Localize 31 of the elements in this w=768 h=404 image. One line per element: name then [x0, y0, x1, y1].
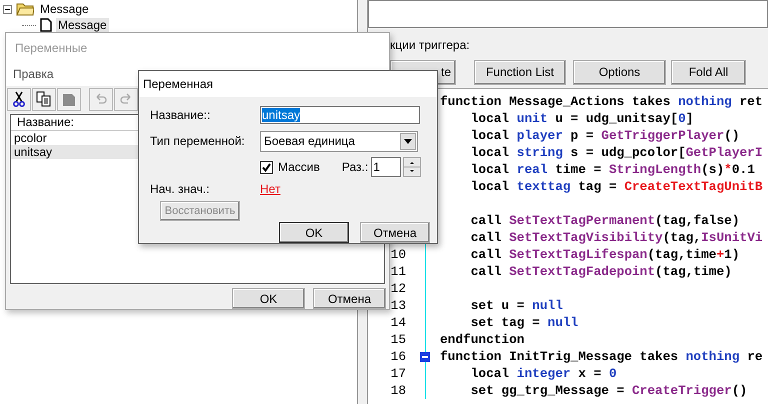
field-label: Раз.:	[342, 160, 368, 174]
field-label: Нач. знач.:	[150, 182, 210, 196]
line-number: 11	[390, 264, 406, 279]
window-title: Переменная	[143, 77, 213, 91]
code-line: call SetTextTagLifespan(tag,time+1)	[470, 246, 740, 263]
code-line: set gg_trg_Message = CreateTrigger()	[470, 382, 748, 399]
line-number: 16	[390, 349, 406, 364]
code-line: local player p = GetTriggerPlayer()	[470, 127, 740, 144]
code-line: function Message_Actions takes nothing ret	[440, 93, 763, 110]
code-line: local real time = StringLength(s)*0.1	[470, 161, 755, 178]
code-line: function InitTrig_Message takes nothing re	[440, 348, 763, 365]
code-line: endfunction	[440, 331, 524, 348]
code-line: call SetTextTagPermanent(tag,false)	[470, 212, 740, 229]
line-number: 10	[390, 247, 406, 262]
code-line: local unit u = udg_unitsay[0]	[470, 110, 694, 127]
line-number: 13	[390, 298, 406, 313]
section-label: кции триггера:	[390, 38, 470, 52]
code-line: call SetTextTagVisibility(tag,IsUnitVi	[470, 229, 763, 246]
line-number: 15	[390, 332, 406, 347]
line-number: 17	[390, 366, 406, 381]
code-line: set u = null	[470, 297, 563, 314]
field-label: Тип переменной:	[150, 134, 246, 148]
code-line: local string s = udg_pcolor[GetPlayerI	[470, 144, 763, 161]
code-line: set tag = null	[470, 314, 578, 331]
code-line: local texttag tag = CreateTextTagUnitB	[470, 178, 763, 195]
code-line: local integer x = 0	[470, 365, 617, 382]
line-number: 14	[390, 315, 406, 330]
window-title: Переменные	[15, 40, 88, 54]
line-number: 18	[390, 383, 406, 398]
code-line: call SetTextTagFadepoint(tag,time)	[470, 263, 732, 280]
line-number: 12	[390, 281, 406, 296]
